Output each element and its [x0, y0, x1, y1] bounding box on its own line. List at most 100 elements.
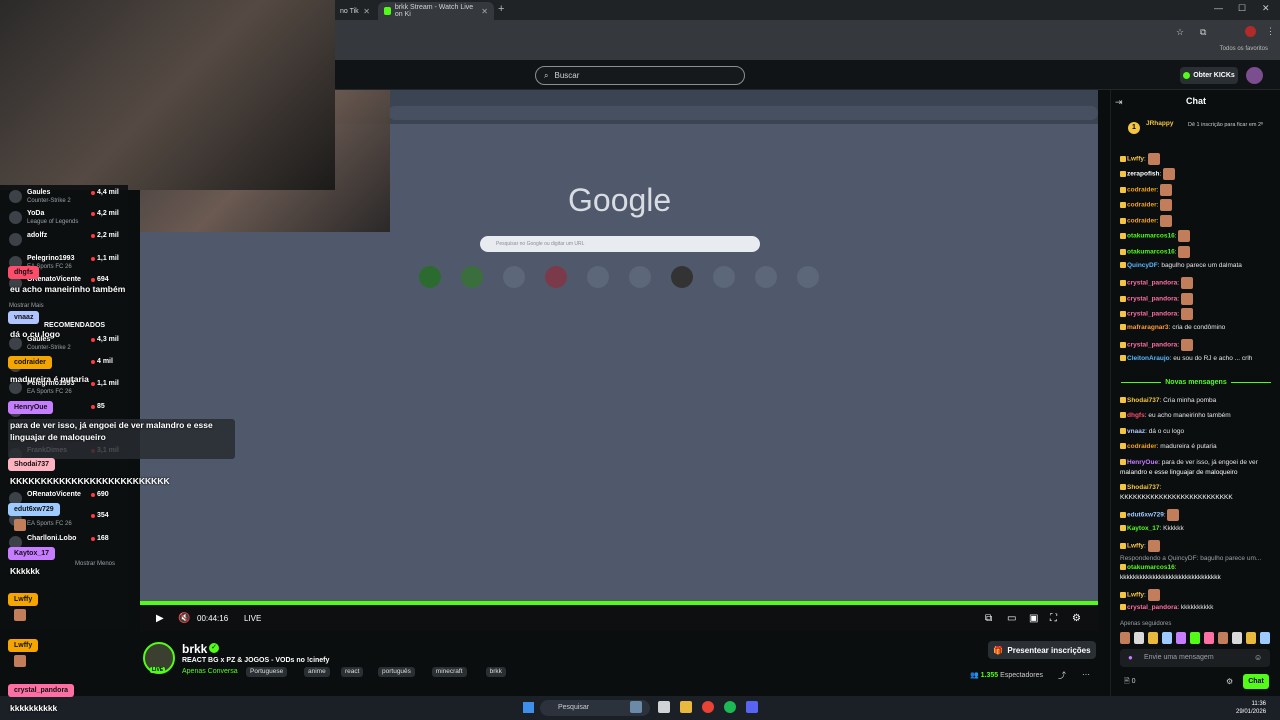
- emote-icon[interactable]: [1204, 632, 1214, 644]
- chat-username[interactable]: Shodai737: [1127, 484, 1160, 491]
- live-indicator[interactable]: LIVE: [244, 614, 261, 623]
- chat-username[interactable]: CleitonAraujo: [1127, 355, 1170, 362]
- chat-username[interactable]: zerapofish: [1127, 171, 1160, 178]
- stream-tag[interactable]: brkk: [485, 667, 506, 677]
- stream-tag[interactable]: anime: [304, 667, 330, 677]
- menu-icon[interactable]: ⋮: [1266, 26, 1275, 37]
- chat-username[interactable]: Shodai737: [1127, 397, 1160, 404]
- emote-icon[interactable]: [1260, 632, 1270, 644]
- chrome-icon[interactable]: [702, 701, 714, 713]
- emote-icon[interactable]: [1246, 632, 1256, 644]
- emote-icon[interactable]: [1148, 632, 1158, 644]
- stream-tag[interactable]: português: [378, 667, 415, 677]
- channel-name[interactable]: YoDa: [27, 210, 44, 217]
- share-icon[interactable]: ⤴: [1058, 670, 1066, 681]
- clip-icon[interactable]: ⧉: [985, 613, 992, 624]
- file-explorer-icon[interactable]: [680, 701, 692, 713]
- new-messages-divider[interactable]: Novas mensagens: [1116, 379, 1276, 386]
- chat-username[interactable]: Lwffy: [1127, 156, 1144, 163]
- chat-username[interactable]: edut6xw729: [1127, 512, 1164, 519]
- close-icon[interactable]: ✕: [481, 7, 488, 16]
- emote-bar[interactable]: [1120, 632, 1270, 644]
- channel-avatar[interactable]: [9, 211, 22, 224]
- emote-icon[interactable]: [1162, 632, 1172, 644]
- channel-name[interactable]: Pelegrino1993: [27, 255, 74, 262]
- channel-name[interactable]: Charlloni.Lobo: [27, 535, 76, 542]
- chat-username[interactable]: otakumarcos16: [1127, 564, 1175, 571]
- send-chat-button[interactable]: Chat: [1243, 674, 1269, 689]
- bookmarks-folder[interactable]: Todos os favoritos: [1220, 46, 1268, 52]
- chat-username[interactable]: Lwffy: [1127, 543, 1144, 550]
- avatar[interactable]: [1246, 67, 1263, 84]
- chat-username[interactable]: codraider: [1127, 443, 1157, 450]
- emote-icon[interactable]: [1176, 632, 1186, 644]
- chat-username[interactable]: Lwffy: [1127, 592, 1144, 599]
- chat-username[interactable]: crystal_pandora: [1127, 342, 1177, 349]
- star-icon[interactable]: ☆: [1176, 27, 1184, 38]
- emoji-icon[interactable]: ☺: [1254, 653, 1262, 662]
- clock[interactable]: 11:36 29/01/2026: [1236, 700, 1266, 716]
- chat-username[interactable]: mafraragnar3: [1127, 324, 1169, 331]
- gift-subs-button[interactable]: 🎁 Presentear inscrições: [988, 641, 1096, 659]
- windows-start-icon[interactable]: [523, 702, 534, 713]
- get-kicks-button[interactable]: Obter KICKs: [1180, 67, 1238, 84]
- chat-username[interactable]: crystal_pandora: [1127, 280, 1177, 287]
- volume-mute-icon[interactable]: 🔇: [178, 613, 190, 624]
- emote-icon[interactable]: [1190, 632, 1200, 644]
- minimize-icon[interactable]: —: [1214, 3, 1223, 13]
- pip-icon[interactable]: ▣: [1029, 613, 1038, 624]
- chat-username[interactable]: crystal_pandora: [1127, 604, 1177, 611]
- chat-input[interactable]: Envie uma mensagem: [1120, 649, 1270, 667]
- channel-avatar[interactable]: [9, 233, 22, 246]
- chat-username[interactable]: otakumarcos16: [1127, 233, 1175, 240]
- chat-username[interactable]: codraider: [1127, 202, 1157, 209]
- stream-tag[interactable]: minecraft: [431, 667, 467, 677]
- widget-icon[interactable]: [630, 701, 642, 713]
- discord-icon[interactable]: [746, 701, 758, 713]
- close-window-icon[interactable]: ✕: [1262, 3, 1270, 14]
- browser-tab-active[interactable]: brkk Stream - Watch Live on Ki ✕: [378, 2, 494, 20]
- channel-name[interactable]: Gaules: [27, 189, 50, 196]
- show-more-link[interactable]: Mostrar Mais: [9, 303, 44, 309]
- kicks-balance[interactable]: 🗎 0: [1124, 677, 1135, 688]
- emote-icon[interactable]: [1218, 632, 1228, 644]
- close-icon[interactable]: ✕: [363, 7, 370, 16]
- sub-badge-icon: [1120, 397, 1126, 404]
- extensions-icon[interactable]: ⧉: [1200, 27, 1206, 38]
- more-icon[interactable]: ⋯: [1082, 670, 1090, 679]
- chat-username[interactable]: HenryOue: [1127, 459, 1158, 466]
- chat-username[interactable]: otakumarcos16: [1127, 249, 1175, 256]
- chat-settings-icon[interactable]: ⚙: [1226, 677, 1233, 686]
- theater-icon[interactable]: ▭: [1007, 613, 1016, 624]
- category-link[interactable]: Apenas Conversa: [182, 668, 238, 675]
- chat-username[interactable]: dhgfs: [1127, 412, 1145, 419]
- emote-icon[interactable]: [1120, 632, 1130, 644]
- task-view-icon[interactable]: [658, 701, 670, 713]
- play-icon[interactable]: ▶: [156, 613, 164, 624]
- collapse-chat-icon[interactable]: ⇥: [1115, 97, 1123, 108]
- profile-avatar[interactable]: [1245, 26, 1256, 37]
- channel-name[interactable]: adolfz: [27, 232, 47, 239]
- chat-username[interactable]: crystal_pandora: [1127, 311, 1177, 318]
- stream-tag[interactable]: Portuguese: [246, 667, 288, 677]
- chat-username[interactable]: codraider: [1127, 187, 1157, 194]
- search-input[interactable]: ⌕ Buscar: [535, 66, 745, 85]
- chat-username[interactable]: QuincyDF: [1127, 262, 1158, 269]
- emote-icon[interactable]: [1134, 632, 1144, 644]
- channel-avatar[interactable]: [9, 190, 22, 203]
- channel-name[interactable]: ORenatoVicente: [27, 491, 81, 498]
- new-tab-icon[interactable]: +: [498, 3, 504, 15]
- show-less-link[interactable]: Mostrar Menos: [75, 561, 115, 567]
- spotify-icon[interactable]: [724, 701, 736, 713]
- chat-username[interactable]: vnaaz: [1127, 428, 1145, 435]
- chat-username[interactable]: Kaytox_17: [1127, 525, 1160, 532]
- maximize-icon[interactable]: ☐: [1238, 3, 1246, 14]
- fullscreen-icon[interactable]: ⛶: [1050, 613, 1057, 624]
- settings-icon[interactable]: ⚙: [1072, 613, 1081, 624]
- browser-tab[interactable]: no Tik ✕: [334, 2, 376, 20]
- streamer-name[interactable]: brkk: [182, 642, 207, 656]
- stream-tag[interactable]: react: [341, 667, 364, 677]
- emote-icon[interactable]: [1232, 632, 1242, 644]
- chat-username[interactable]: crystal_pandora: [1127, 296, 1177, 303]
- chat-username[interactable]: codraider: [1127, 218, 1157, 225]
